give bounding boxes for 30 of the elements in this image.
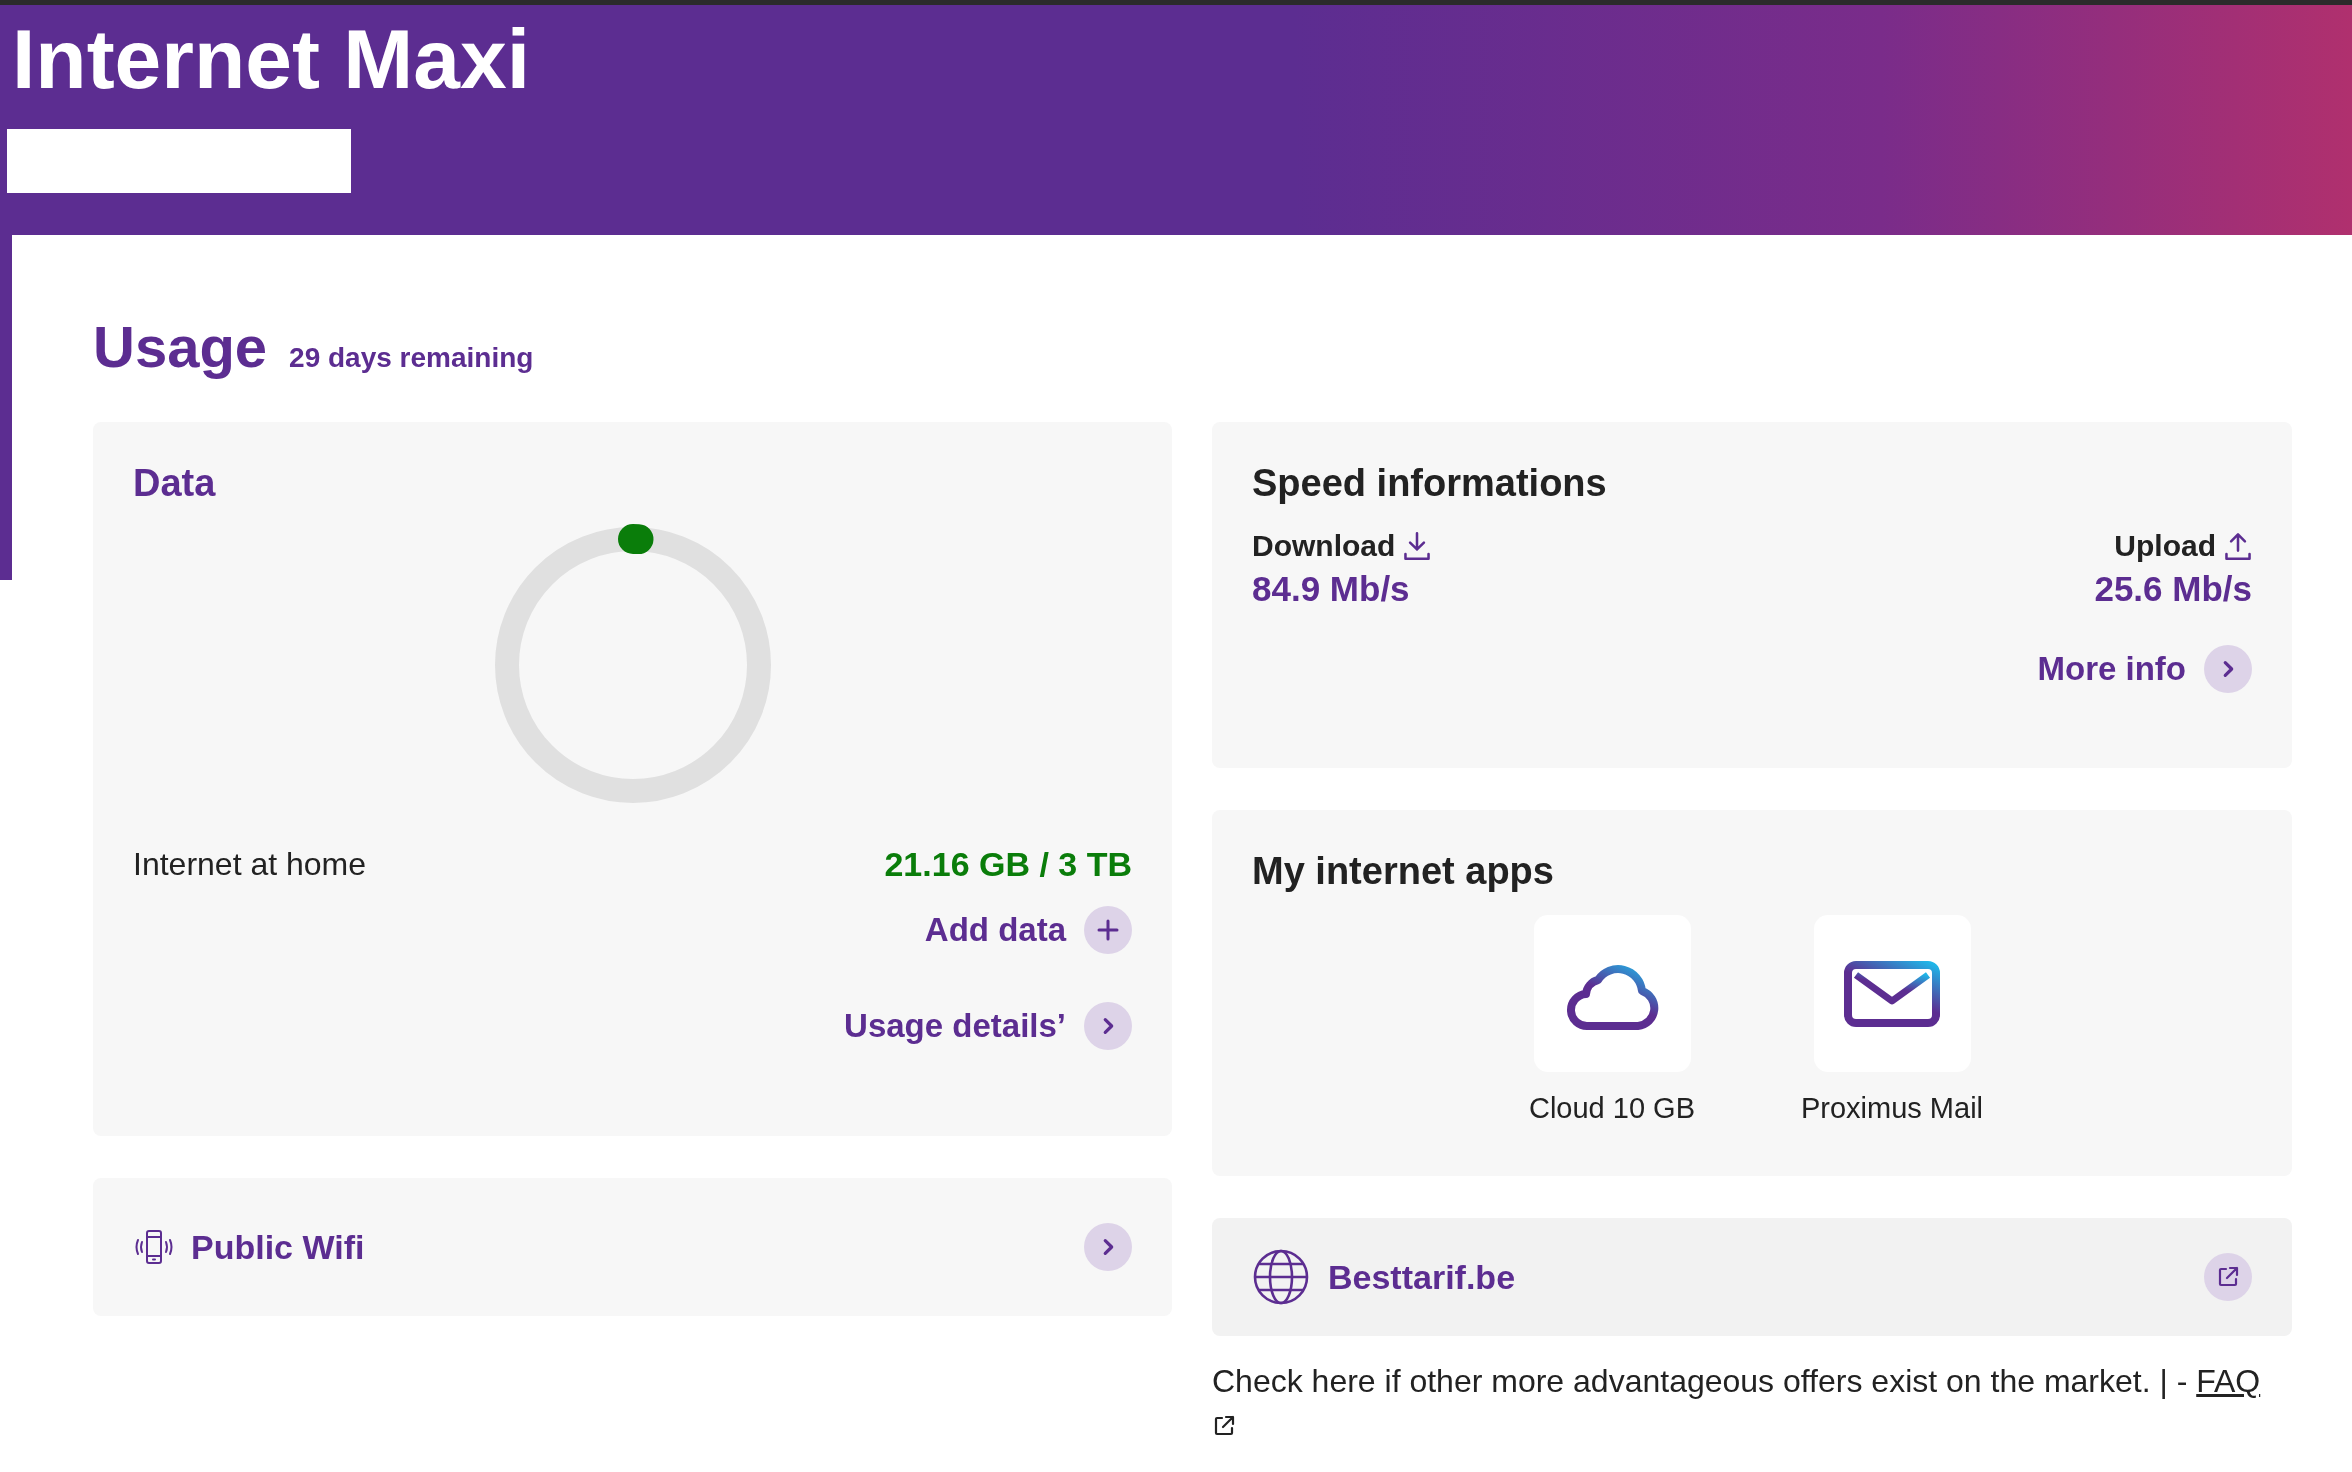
app-label[interactable]: Proximus Mail	[1800, 1092, 1984, 1125]
download-icon	[1403, 531, 1432, 561]
page-title: Internet Maxi	[12, 13, 532, 106]
more-info-link[interactable]: More info	[2037, 645, 2252, 693]
card-title: Data	[133, 462, 217, 505]
usage-details-link[interactable]: Usage details’	[844, 1002, 1132, 1050]
faq-link[interactable]: FAQ	[2196, 1363, 2261, 1399]
app-tile[interactable]	[1533, 915, 1691, 1072]
globe-icon	[1252, 1248, 1310, 1306]
app-tile[interactable]	[1813, 915, 1971, 1072]
speed-value: 84.9 Mb/s	[1252, 569, 1410, 609]
usage-label: Internet at home	[133, 846, 367, 883]
card-title: Speed informations	[1252, 462, 1608, 505]
app-label[interactable]: Cloud 10 GB	[1528, 1092, 1695, 1125]
upload-icon	[2224, 531, 2252, 561]
days-remaining: 29 days remaining	[289, 342, 534, 374]
external-link-icon	[2216, 1265, 2240, 1289]
envelope-icon	[1844, 960, 1940, 1027]
add-data-link[interactable]: Add data	[924, 906, 1132, 954]
speed-label: Upload	[2114, 529, 2252, 563]
public-wifi-card[interactable]: Public Wifi	[93, 1178, 1172, 1316]
plus-icon	[1096, 918, 1120, 942]
usage-amount: 21.16 GB / 3 TB	[884, 845, 1132, 884]
besttarif-card[interactable]: Besttarif.be	[1212, 1218, 2292, 1336]
card-title: My internet apps	[1252, 850, 1555, 893]
phone-signal-icon	[133, 1228, 175, 1266]
section-title: Usage	[93, 313, 268, 380]
speed-label: Download	[1252, 529, 1432, 563]
offers-note: Check here if other more advantageous offers exist on the market. | - FAQ	[1212, 1358, 2292, 1451]
speed-value: 25.6 Mb/s	[2094, 569, 2252, 609]
